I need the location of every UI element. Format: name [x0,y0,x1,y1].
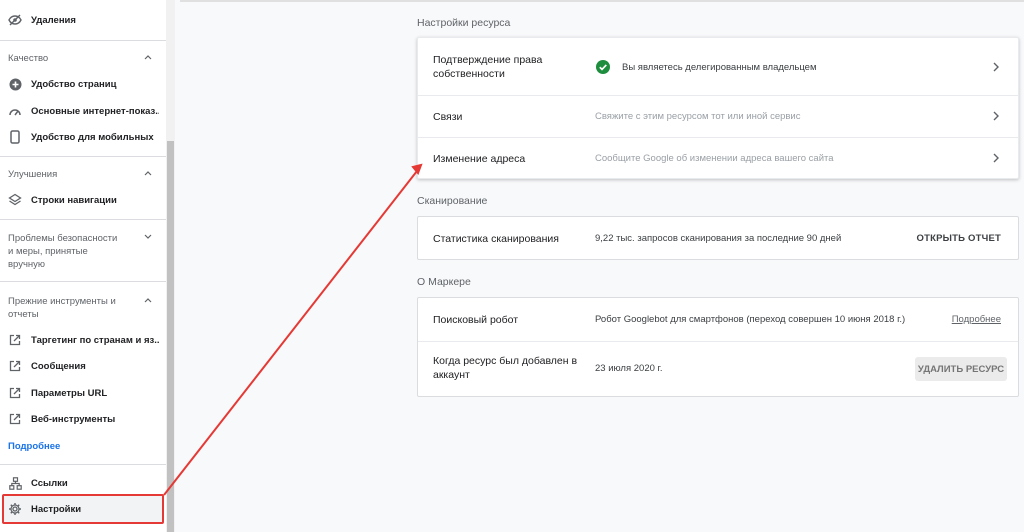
row-crawler: Поисковый робот Робот Googlebot для смар… [418,298,1018,341]
row-desc: Свяжите с этим ресурсом тот или иной сер… [595,111,801,122]
divider [0,464,166,465]
sidebar-item-web-tools[interactable]: Веб-инструменты [0,406,166,432]
row-label: Когда ресурс был добавлен в аккаунт [433,355,578,381]
crawler-more-link[interactable]: Подробнее [952,314,1001,325]
row-ownership-verification[interactable]: Подтверждение права собственности Вы явл… [418,38,1018,95]
gear-icon [8,502,22,516]
chevron-down-icon [144,234,152,239]
section-title: Прежние инструменты и отчеты [8,296,116,320]
row-label: Подтверждение права собственности [433,54,543,80]
chevron-right-icon [993,111,999,121]
sidebar-scrollbar[interactable] [166,0,175,532]
section-enhancements-header[interactable]: Улучшения [0,168,166,182]
network-icon [8,476,22,490]
row-label: Связи [433,111,463,123]
sidebar-item-url-parameters[interactable]: Параметры URL [0,380,166,406]
smartphone-icon [8,130,22,144]
divider [0,156,166,157]
chevron-up-icon [144,171,152,176]
divider [0,281,166,282]
sidebar-item-label: Параметры URL [31,387,108,399]
sidebar: Удаления Качество Удобство страниц Основ… [0,0,166,532]
sidebar-item-label: Настройки [31,503,82,515]
crawling-card: Статистика сканирования 9,22 тыс. запрос… [417,216,1019,260]
section-title: Проблемы безопасности и меры, принятые в… [8,233,118,270]
legacy-more-link[interactable]: Подробнее [8,441,60,452]
row-label: Поисковый робот [433,314,519,326]
open-report-button[interactable]: ОТКРЫТЬ ОТЧЕТ [916,233,1001,244]
external-link-icon [8,359,22,373]
sidebar-item-intl-targeting[interactable]: Таргетинг по странам и яз... [0,327,166,353]
scrollbar-thumb[interactable] [167,141,174,532]
row-desc: 23 июля 2020 г. [595,363,663,374]
about-card: Поисковый робот Робот Googlebot для смар… [417,297,1019,397]
about-title: О Маркере [417,276,471,288]
eye-off-icon [8,13,22,27]
sidebar-item-messages[interactable]: Сообщения [0,353,166,379]
plus-circle-icon [8,77,22,91]
chevron-up-icon [144,55,152,60]
row-desc: Робот Googlebot для смартфонов (переход … [595,314,906,325]
sidebar-item-label: Удаления [31,14,76,26]
sidebar-item-breadcrumbs[interactable]: Строки навигации [0,187,166,213]
divider [0,219,166,220]
row-associations[interactable]: Связи Свяжите с этим ресурсом тот или ин… [418,96,1018,137]
external-link-icon [8,386,22,400]
sidebar-item-page-experience[interactable]: Удобство страниц [0,71,166,97]
sidebar-item-label: Основные интернет-показ... [31,105,159,117]
sidebar-item-label: Удобство для мобильных [31,131,154,143]
chevron-up-icon [144,298,152,303]
row-desc: Сообщите Google об изменении адреса ваше… [595,153,834,164]
sidebar-item-label: Таргетинг по странам и яз... [31,334,159,346]
row-label: Изменение адреса [433,153,526,165]
check-circle-icon [596,60,610,74]
chevron-right-icon [993,62,999,72]
row-desc: 9,22 тыс. запросов сканирования за после… [595,233,842,244]
row-label: Статистика сканирования [433,233,559,245]
sidebar-item-label: Сообщения [31,360,86,372]
divider [0,40,166,41]
sidebar-item-label: Ссылки [31,477,68,489]
speedometer-icon [8,104,22,118]
sidebar-item-settings[interactable]: Настройки [0,496,166,522]
row-date-added: Когда ресурс был добавлен в аккаунт 23 и… [418,342,1018,397]
section-legacy-header[interactable]: Прежние инструменты и отчеты [0,295,166,322]
row-change-of-address[interactable]: Изменение адреса Сообщите Google об изме… [418,138,1018,179]
remove-property-button[interactable]: УДАЛИТЬ РЕСУРС [915,357,1007,381]
section-title: Улучшения [8,169,58,180]
section-security-header[interactable]: Проблемы безопасности и меры, принятые в… [0,232,166,272]
row-crawl-stats: Статистика сканирования 9,22 тыс. запрос… [418,217,1018,259]
sidebar-item-label: Удобство страниц [31,78,117,90]
sidebar-item-label: Строки навигации [31,194,117,206]
chevron-right-icon [993,153,999,163]
sidebar-item-removals[interactable]: Удаления [0,7,166,33]
sidebar-item-label: Веб-инструменты [31,413,116,425]
row-desc: Вы являетесь делегированным владельцем [622,62,817,73]
top-edge [180,0,1024,2]
sidebar-item-mobile-usability[interactable]: Удобство для мобильных [0,124,166,150]
section-quality-header[interactable]: Качество [0,52,166,66]
section-title: Качество [8,53,49,64]
property-settings-card: Подтверждение права собственности Вы явл… [417,37,1019,179]
external-link-icon [8,333,22,347]
external-link-icon [8,412,22,426]
property-settings-title: Настройки ресурса [417,17,511,29]
sidebar-item-core-web-vitals[interactable]: Основные интернет-показ... [0,98,166,124]
sidebar-item-links[interactable]: Ссылки [0,470,166,496]
layers-icon [8,193,22,207]
crawling-title: Сканирование [417,195,488,207]
